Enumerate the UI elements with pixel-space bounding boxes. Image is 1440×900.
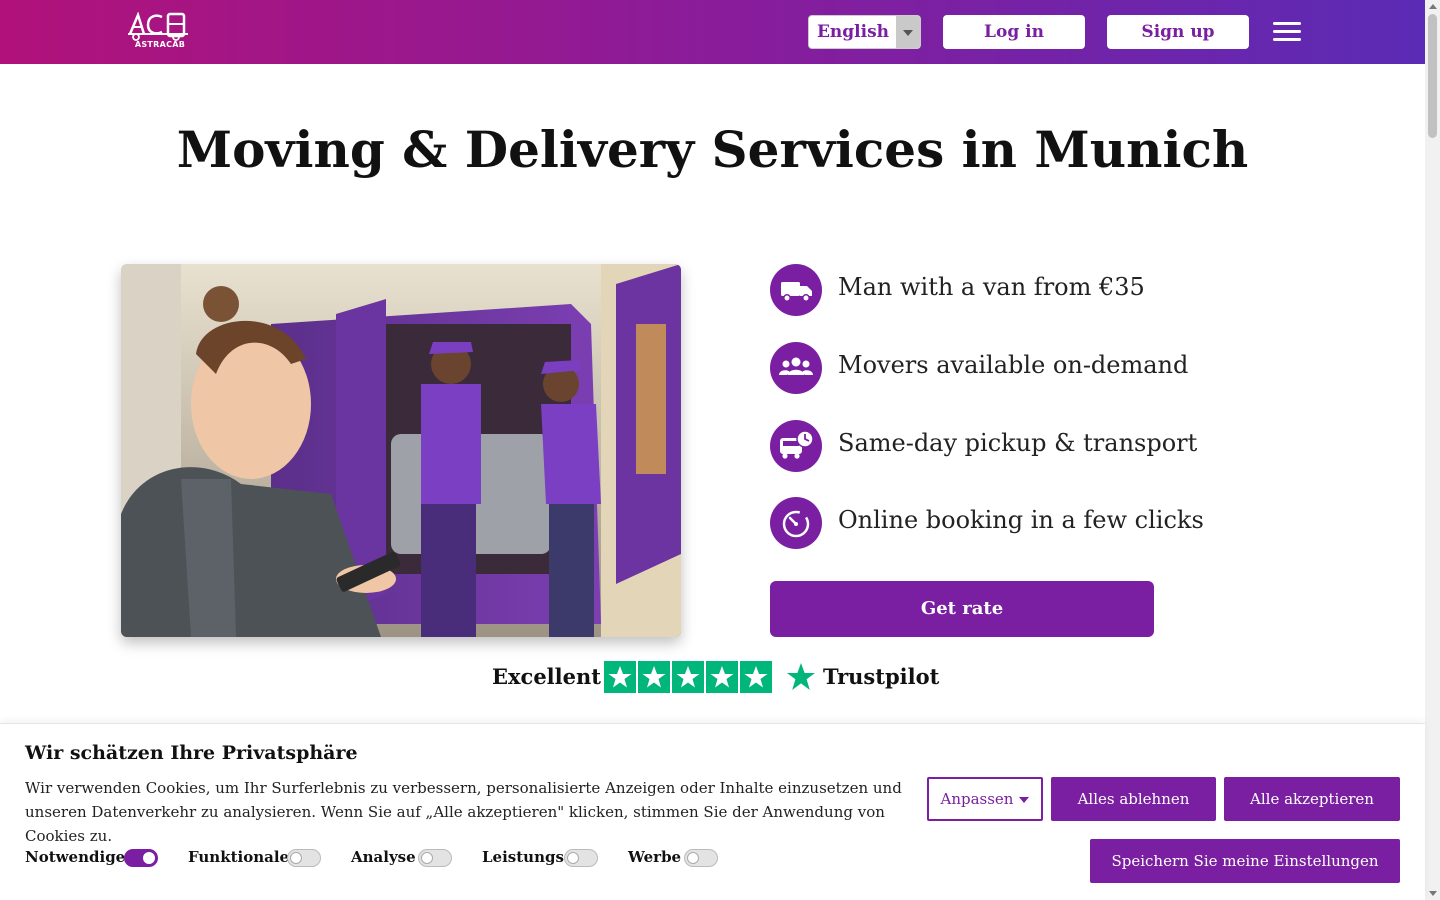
- star-icon: [638, 661, 670, 693]
- save-preferences-button[interactable]: Speichern Sie meine Einstellungen: [1090, 839, 1400, 883]
- feature-item: Man with a van from €35: [770, 264, 1370, 316]
- customize-button[interactable]: Anpassen: [927, 777, 1043, 821]
- people-icon: [770, 342, 822, 394]
- truck-clock-icon: [770, 420, 822, 472]
- trustpilot-brand[interactable]: Trustpilot: [823, 664, 939, 689]
- toggle-analytics[interactable]: [418, 849, 452, 867]
- truck-icon: [770, 264, 822, 316]
- toggle-necessary[interactable]: [124, 849, 158, 867]
- language-value: English: [816, 22, 890, 42]
- toggle-label-advertising: Werbe: [628, 848, 682, 866]
- logo-text: ASTRACAB: [134, 40, 186, 49]
- logo-mark-icon: [128, 11, 188, 41]
- movers-photo-illustration: [121, 264, 681, 637]
- toggle-label-functional: Funktionale: [188, 848, 290, 866]
- star-icon: [740, 661, 772, 693]
- scroll-thumb[interactable]: [1428, 14, 1437, 138]
- toggle-advertising[interactable]: [684, 849, 718, 867]
- astracab-logo[interactable]: ASTRACAB: [126, 11, 194, 52]
- page-scrollbar[interactable]: [1425, 0, 1440, 900]
- trustpilot-logo-star-icon: [785, 661, 817, 693]
- caret-down-icon: [1019, 797, 1030, 803]
- accept-all-button[interactable]: Alle akzeptieren: [1224, 777, 1400, 821]
- star-icon: [706, 661, 738, 693]
- feature-text: Same-day pickup & transport: [838, 429, 1198, 457]
- toggle-functional[interactable]: [287, 849, 321, 867]
- cookie-consent-banner: Wir schätzen Ihre Privatsphäre Wir verwe…: [0, 723, 1425, 900]
- feature-text: Man with a van from €35: [838, 273, 1145, 301]
- get-rate-button[interactable]: Get rate: [770, 581, 1154, 637]
- trustpilot-stars[interactable]: [604, 661, 774, 693]
- feature-item: Same-day pickup & transport: [770, 420, 1370, 472]
- cookie-description: Wir verwenden Cookies, um Ihr Surferlebn…: [25, 779, 902, 845]
- stopwatch-icon: [770, 497, 822, 549]
- toggle-label-analytics: Analyse: [351, 848, 416, 866]
- top-navbar: ASTRACAB English Log in Sign up: [0, 0, 1425, 64]
- hamburger-menu-icon[interactable]: [1273, 22, 1301, 42]
- signup-button[interactable]: Sign up: [1107, 15, 1249, 49]
- language-select[interactable]: English: [808, 15, 921, 49]
- trustpilot-rating-text: Excellent: [492, 664, 601, 689]
- feature-item: Online booking in a few clicks: [770, 497, 1370, 549]
- chevron-down-icon[interactable]: [896, 16, 920, 48]
- page-title: Moving & Delivery Services in Munich: [176, 120, 1249, 179]
- scroll-down-arrow-icon[interactable]: [1429, 891, 1437, 896]
- star-icon: [672, 661, 704, 693]
- cookie-title: Wir schätzen Ihre Privatsphäre: [25, 742, 358, 764]
- toggle-performance[interactable]: [564, 849, 598, 867]
- customize-label: Anpassen: [940, 790, 1014, 808]
- star-icon: [604, 661, 636, 693]
- feature-item: Movers available on-demand: [770, 342, 1370, 394]
- login-button[interactable]: Log in: [943, 15, 1085, 49]
- toggle-label-necessary: Notwendige: [25, 848, 126, 866]
- hero-photo: [121, 264, 681, 637]
- scroll-up-arrow-icon[interactable]: [1429, 4, 1437, 9]
- reject-all-button[interactable]: Alles ablehnen: [1051, 777, 1216, 821]
- feature-text: Online booking in a few clicks: [838, 506, 1204, 534]
- feature-text: Movers available on-demand: [838, 351, 1189, 379]
- toggle-label-performance: Leistungs: [482, 848, 564, 866]
